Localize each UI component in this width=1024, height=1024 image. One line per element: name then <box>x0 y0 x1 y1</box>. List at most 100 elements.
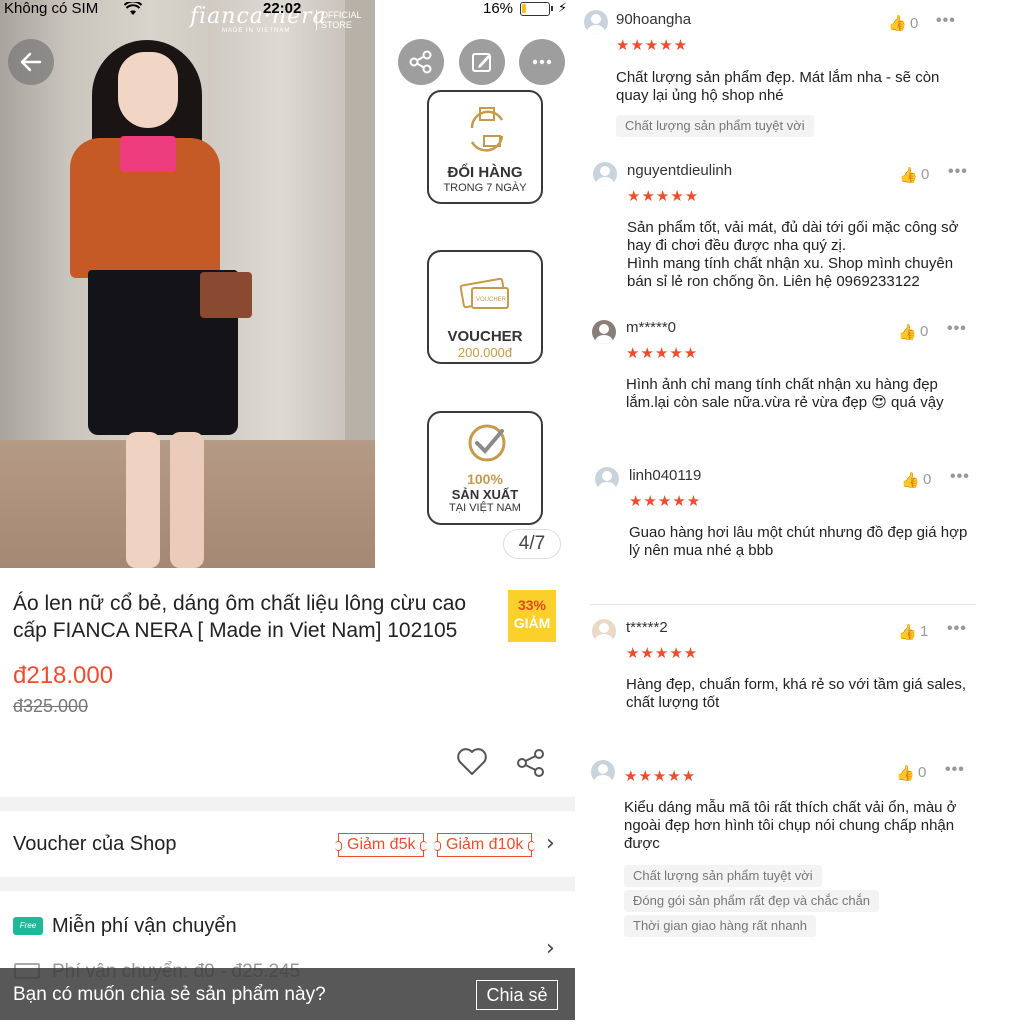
discount-badge: 33% GIẢM <box>508 590 556 642</box>
carrier-text: Không có SIM <box>4 0 99 17</box>
review-tag: Chất lượng sản phẩm tuyệt vời <box>624 865 822 887</box>
review-line: được <box>624 835 660 852</box>
like-thumb-icon[interactable]: 👍 <box>898 323 917 341</box>
more-horizontal-icon <box>532 59 552 65</box>
review-like-count: 0 <box>920 323 929 340</box>
more-options-icon[interactable]: ••• <box>945 761 965 779</box>
review-like-count: 0 <box>918 764 927 781</box>
review-line: Hình mang tính chất nhận xu. Shop mình c… <box>627 255 954 272</box>
more-options-button[interactable] <box>519 39 565 85</box>
review-tag: Đóng gói sản phẩm rất đẹp và chắc chắn <box>624 890 880 912</box>
review-line: Guao hàng hơi lâu một chút nhưng đồ đẹp … <box>629 524 968 541</box>
review-text: Guao hàng hơi lâu một chút nhưng đồ đẹp … <box>629 524 974 560</box>
badge-made-sub: TẠI VIỆT NAM <box>449 502 521 514</box>
review-text: Hình ảnh chỉ mang tính chất nhận xu hàng… <box>626 376 971 412</box>
voucher-tag[interactable]: Giảm đ10k <box>433 833 536 857</box>
chevron-right-icon: › <box>546 936 555 961</box>
review-line: Sản phẩm tốt, vải mát, đủ dài tới gối mặ… <box>627 219 959 236</box>
review-stars: ★★★★★ <box>626 344 699 362</box>
like-thumb-icon[interactable]: 👍 <box>899 166 918 184</box>
free-ship-icon: Free <box>13 917 43 935</box>
voucher-tag[interactable]: Giảm đ5k <box>334 833 428 857</box>
voucher-ticket-icon: VOUCHER <box>459 277 509 309</box>
like-thumb-icon[interactable]: 👍 <box>896 764 915 782</box>
review-username[interactable]: t*****2 <box>626 619 668 636</box>
heart-icon <box>457 748 487 775</box>
edit-button[interactable] <box>459 39 505 85</box>
review-stars: ★★★★★ <box>626 644 699 662</box>
review-line: quay lại ủng hộ shop nhé <box>616 87 784 104</box>
review-text: Hàng đẹp, chuẩn form, khá rẻ so với tầm … <box>626 676 971 712</box>
avatar[interactable] <box>593 162 617 186</box>
review-line: lắm.lại còn sale nữa.vừa rẻ vừa đẹp 😍 qu… <box>626 394 944 411</box>
review-like-count: 0 <box>923 471 932 488</box>
avatar[interactable] <box>592 320 616 344</box>
like-thumb-icon[interactable]: 👍 <box>901 471 920 489</box>
free-shipping-label: Miễn phí vận chuyển <box>52 915 237 937</box>
review-line: Chất lượng sản phẩm đẹp. Mát lắm nha - s… <box>616 69 940 86</box>
badge-made-pct: 100% <box>467 471 503 487</box>
review-username[interactable]: linh040119 <box>629 467 701 484</box>
review-line: lý nên mua nhé ạ bbb <box>629 542 774 559</box>
discount-percent: 33% <box>517 597 547 613</box>
check-badge-icon <box>468 424 506 462</box>
badge-return-sub: TRONG 7 NGÀY <box>443 182 527 194</box>
review-line: ngoài đẹp hơn hình tôi chụp nói chung ch… <box>624 817 955 834</box>
share-product-button[interactable] <box>515 747 547 784</box>
review-tag: Chất lượng sản phẩm tuyệt vời <box>616 115 814 137</box>
shop-voucher-row[interactable]: Voucher của Shop Giảm đ5k Giảm đ10k › <box>0 811 575 877</box>
favorite-button[interactable] <box>456 747 488 782</box>
back-button[interactable] <box>8 39 54 85</box>
battery-icon <box>520 2 553 16</box>
battery-percent: 16% <box>483 0 514 17</box>
gallery-page-indicator: 4/7 <box>503 529 561 559</box>
section-divider <box>0 797 575 811</box>
brand-made-in: MADE IN VIETNAM <box>222 28 291 34</box>
badge-voucher-title: VOUCHER <box>447 328 523 345</box>
review-username[interactable]: 90hoangha <box>616 11 691 28</box>
review-line: Hình ảnh chỉ mang tính chất nhận xu hàng… <box>626 376 938 393</box>
section-divider <box>0 877 575 891</box>
share-icon <box>409 50 432 74</box>
review-like-count: 0 <box>910 15 919 32</box>
review-text: Chất lượng sản phẩm đẹp. Mát lắm nha - s… <box>616 69 961 105</box>
shop-voucher-label: Voucher của Shop <box>13 833 177 855</box>
review-line: Kiểu dáng mẫu mã tôi rất thích chất vải … <box>624 799 957 816</box>
review-username[interactable]: nguyentdieulinh <box>627 162 732 179</box>
more-options-icon[interactable]: ••• <box>936 12 956 30</box>
avatar[interactable] <box>595 467 619 491</box>
share-confirm-button[interactable]: Chia sẻ <box>476 980 558 1010</box>
review-text: Kiểu dáng mẫu mã tôi rất thích chất vải … <box>624 799 969 853</box>
review-stars: ★★★★★ <box>629 492 702 510</box>
like-thumb-icon[interactable]: 👍 <box>898 623 917 641</box>
more-options-icon[interactable]: ••• <box>950 468 970 486</box>
discount-label: GIẢM <box>513 615 551 631</box>
product-panel: fianca·nera MADE IN VIETNAM OFFICIAL STO… <box>0 0 575 1024</box>
avatar[interactable] <box>591 760 615 784</box>
share-prompt-question: Bạn có muốn chia sẻ sản phẩm này? <box>13 984 326 1005</box>
review-tag: Thời gian giao hàng rất nhanh <box>624 915 817 937</box>
review-line: hay đi chơi đều được nha quý zị. <box>627 237 847 254</box>
more-options-icon[interactable]: ••• <box>948 163 968 181</box>
avatar[interactable] <box>592 619 616 643</box>
arrow-left-icon <box>20 52 42 72</box>
more-options-icon[interactable]: ••• <box>947 320 967 338</box>
wifi-icon <box>123 0 143 20</box>
review-divider <box>590 604 976 605</box>
review-line: chất lượng tốt <box>626 694 720 711</box>
review-username[interactable]: m*****0 <box>626 319 676 336</box>
badge-made-in-vietnam: 100% SẢN XUẤT TẠI VIỆT NAM <box>427 411 543 525</box>
charging-bolt-icon: ⚡ <box>558 0 568 15</box>
like-thumb-icon[interactable]: 👍 <box>888 14 907 32</box>
original-price: đ325.000 <box>13 696 89 716</box>
more-options-icon[interactable]: ••• <box>947 620 967 638</box>
avatar[interactable] <box>584 10 608 34</box>
product-title: Áo len nữ cổ bẻ, dáng ôm chất liệu lông … <box>13 592 467 642</box>
current-price: đ218.000 <box>13 662 114 689</box>
review-stars: ★★★★★ <box>624 767 697 785</box>
share-button[interactable] <box>398 39 444 85</box>
return-box-icon <box>470 107 504 152</box>
badge-made-title: SẢN XUẤT <box>451 487 519 502</box>
review-stars: ★★★★★ <box>616 36 689 54</box>
product-photo[interactable] <box>0 0 375 568</box>
